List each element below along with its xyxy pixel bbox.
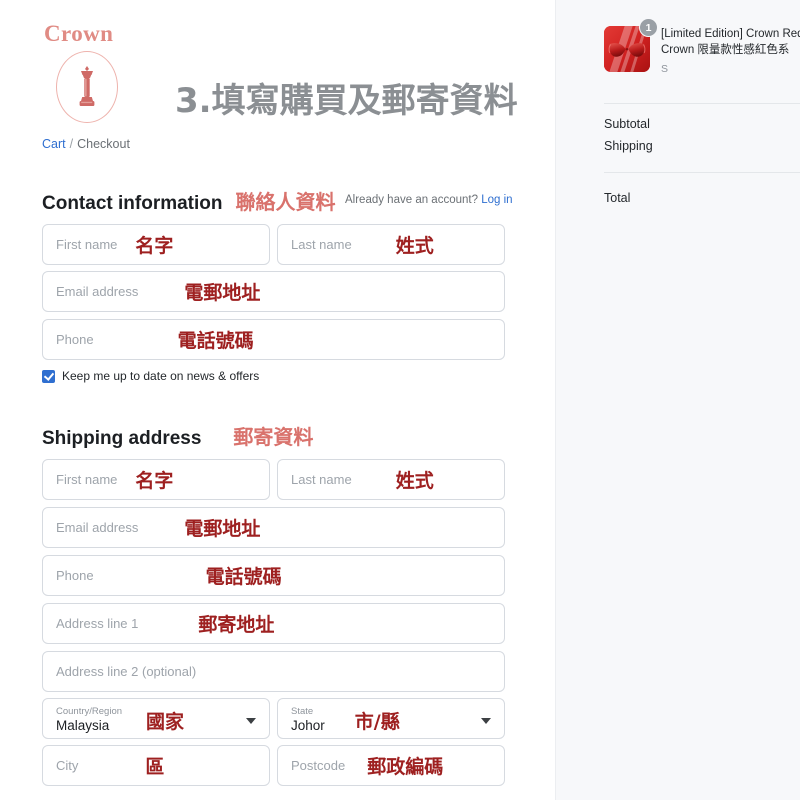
shipping-last-name-input[interactable]: Last name 姓式 [277,459,505,500]
shipping-cost-label: Shipping [604,139,653,153]
city-annotation: 區 [145,756,165,778]
summary-divider-top [604,103,800,104]
shipping-address-line-1-placeholder: Address line 1 [56,616,139,631]
contact-last-name-input[interactable]: Last name 姓式 [277,224,505,265]
shipping-address-heading: Shipping address 郵寄資料 [42,421,313,450]
shipping-address-line-2-input[interactable]: Address line 2 (optional) [42,651,505,692]
product-variant: S [661,62,669,75]
shipping-address-line-2-placeholder: Address line 2 (optional) [56,664,197,679]
order-summary-line-item: 1 [Limited Edition] Crown Red Crown 限量款性… [604,18,800,75]
contact-information-heading: Contact information 聯絡人資料 [42,186,336,215]
shipping-heading-annotation: 郵寄資料 [233,425,314,449]
shipping-email-placeholder: Email address [56,520,139,535]
shipping-last-name-placeholder: Last name [291,472,352,487]
brand-logo[interactable]: Crown [42,22,142,123]
contact-phone-input[interactable]: Phone 電話號碼 [42,319,505,360]
total-row: Total [604,191,800,205]
shipping-email-input[interactable]: Email address 電郵地址 [42,507,505,548]
breadcrumb: Cart / Checkout [42,137,130,151]
newsletter-label: Keep me up to date on news & offers [62,369,260,383]
newsletter-checkbox[interactable] [42,369,55,383]
product-thumbnail-wrapper[interactable]: 1 [604,18,658,75]
contact-last-name-annotation: 姓式 [395,235,434,257]
page-title: 3.填寫購買及郵寄資料 [175,81,518,121]
checkout-form-column: Crown Cart / Checkout 3.填寫購買及郵寄資料 Contac… [0,0,555,800]
state-select[interactable]: State Johor 市/縣 [277,698,505,739]
city-placeholder: City [56,758,79,773]
shipping-first-name-placeholder: First name [56,472,118,487]
contact-last-name-placeholder: Last name [291,237,352,252]
newsletter-checkbox-row[interactable]: Keep me up to date on news & offers [42,369,259,383]
contact-email-placeholder: Email address [56,284,139,299]
chevron-down-icon[interactable] [481,717,491,724]
contact-phone-annotation: 電話號碼 [177,330,254,352]
country-region-label: Country/Region [56,706,123,718]
product-meta: [Limited Edition] Crown Red Crown 限量款性感紅… [661,26,800,75]
shipping-row: Shipping [604,139,800,153]
login-hint: Already have an account? Log in [345,194,513,206]
contact-heading-annotation: 聯絡人資料 [235,190,336,214]
postcode-input[interactable]: Postcode 郵政編碼 [277,745,505,786]
country-region-select[interactable]: Country/Region Malaysia 國家 [42,698,270,739]
shipping-phone-input[interactable]: Phone 電話號碼 [42,555,505,596]
contact-email-input[interactable]: Email address 電郵地址 [42,271,505,312]
shipping-email-annotation: 電郵地址 [184,518,261,540]
postcode-placeholder: Postcode [291,758,346,773]
state-annotation: 市/縣 [354,711,400,733]
shipping-phone-placeholder: Phone [56,568,94,583]
breadcrumb-cart-link[interactable]: Cart [42,137,66,151]
country-region-value: Malaysia [56,718,110,734]
contact-phone-placeholder: Phone [56,332,94,347]
checkout-page: Crown Cart / Checkout 3.填寫購買及郵寄資料 Contac… [0,0,800,800]
chevron-down-icon[interactable] [246,717,256,724]
state-label: State [291,706,314,718]
summary-divider-bottom [604,172,800,173]
contact-heading-label: Contact information [42,193,223,214]
country-region-annotation: 國家 [146,711,185,733]
total-label: Total [604,191,631,205]
login-hint-text: Already have an account? [345,194,478,206]
shipping-heading-label: Shipping address [42,428,202,449]
shipping-last-name-annotation: 姓式 [395,470,434,492]
order-summary-panel: 1 [Limited Edition] Crown Red Crown 限量款性… [555,0,800,800]
shipping-address-line-1-input[interactable]: Address line 1 郵寄地址 [42,603,505,644]
contact-first-name-annotation: 名字 [135,235,174,257]
subtotal-row: Subtotal [604,117,800,131]
shipping-first-name-annotation: 名字 [135,470,174,492]
contact-first-name-input[interactable]: First name 名字 [42,224,270,265]
chess-queen-icon [56,51,118,123]
shipping-first-name-input[interactable]: First name 名字 [42,459,270,500]
contact-email-annotation: 電郵地址 [184,282,261,304]
quantity-badge: 1 [639,18,658,37]
shipping-address-line-1-annotation: 郵寄地址 [198,614,275,636]
breadcrumb-current: Checkout [77,137,130,151]
breadcrumb-separator: / [69,137,74,151]
brand-wordmark: Crown [44,21,114,46]
login-link[interactable]: Log in [481,194,512,206]
state-value: Johor [291,718,325,734]
contact-first-name-placeholder: First name [56,237,118,252]
product-title: [Limited Edition] Crown Red Crown 限量款性感紅… [661,28,800,56]
city-input[interactable]: City 區 [42,745,270,786]
subtotal-label: Subtotal [604,117,650,131]
postcode-annotation: 郵政編碼 [367,756,444,778]
shipping-phone-annotation: 電話號碼 [205,566,282,588]
